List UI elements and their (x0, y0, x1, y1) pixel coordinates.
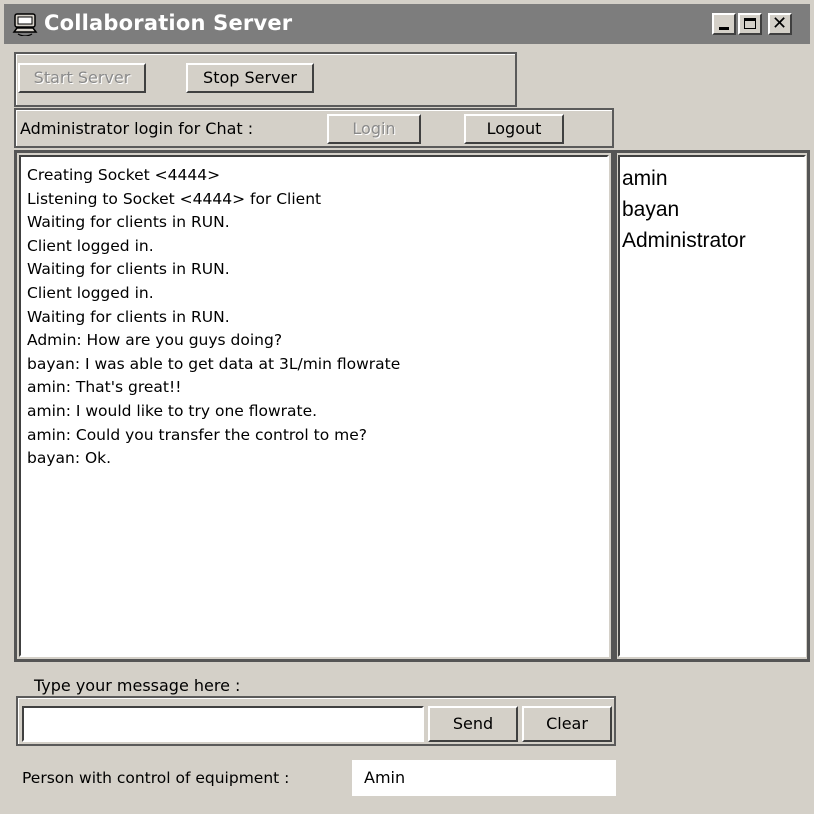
log-line: Client logged in. (27, 236, 154, 255)
minimize-button[interactable] (712, 13, 736, 35)
stop-server-button[interactable]: Stop Server (186, 63, 314, 93)
user-list[interactable]: amin bayan Administrator (618, 155, 806, 657)
collaboration-server-window: Collaboration Server ✕ Start Server Stop… (0, 0, 814, 814)
logout-button[interactable]: Logout (464, 114, 564, 144)
log-line: amin: I would like to try one flowrate. (27, 401, 318, 420)
window-title: Collaboration Server (44, 11, 293, 35)
log-line: bayan: Ok. (27, 449, 112, 468)
log-line: Waiting for clients in RUN. (27, 307, 230, 326)
log-line: Admin: How are you guys doing? (27, 331, 283, 350)
user-list-item[interactable]: amin (622, 163, 802, 194)
title-bar[interactable]: Collaboration Server ✕ (4, 4, 810, 44)
log-line: Waiting for clients in RUN. (27, 260, 230, 279)
log-line: bayan: I was able to get data at 3L/min … (27, 354, 401, 373)
log-line: Creating Socket <4444> (27, 166, 221, 184)
send-button[interactable]: Send (428, 706, 518, 742)
control-holder-label: Person with control of equipment : (22, 769, 290, 787)
close-button[interactable]: ✕ (768, 13, 792, 35)
maximize-button[interactable] (738, 13, 762, 35)
message-input[interactable] (22, 706, 424, 742)
server-app-icon (12, 13, 38, 36)
log-line: Waiting for clients in RUN. (27, 213, 230, 232)
login-button[interactable]: Login (327, 114, 421, 144)
log-line: Client logged in. (27, 283, 154, 302)
clear-button[interactable]: Clear (522, 706, 612, 742)
start-server-button[interactable]: Start Server (18, 63, 146, 93)
maximize-icon (744, 18, 756, 29)
close-icon: ✕ (772, 13, 788, 34)
log-line: amin: That's great!! (27, 378, 182, 397)
message-label: Type your message here : (34, 676, 241, 695)
log-line: amin: Could you transfer the control to … (27, 425, 367, 444)
chat-log[interactable]: Creating Socket <4444> Listening to Socke… (19, 155, 609, 657)
minimize-icon (719, 27, 729, 30)
user-list-item[interactable]: bayan (622, 194, 802, 225)
control-holder-field: Amin (352, 760, 616, 796)
user-list-item[interactable]: Administrator (622, 225, 802, 256)
log-line: Listening to Socket <4444> for Client (27, 189, 322, 208)
admin-login-label: Administrator login for Chat : (20, 119, 254, 138)
